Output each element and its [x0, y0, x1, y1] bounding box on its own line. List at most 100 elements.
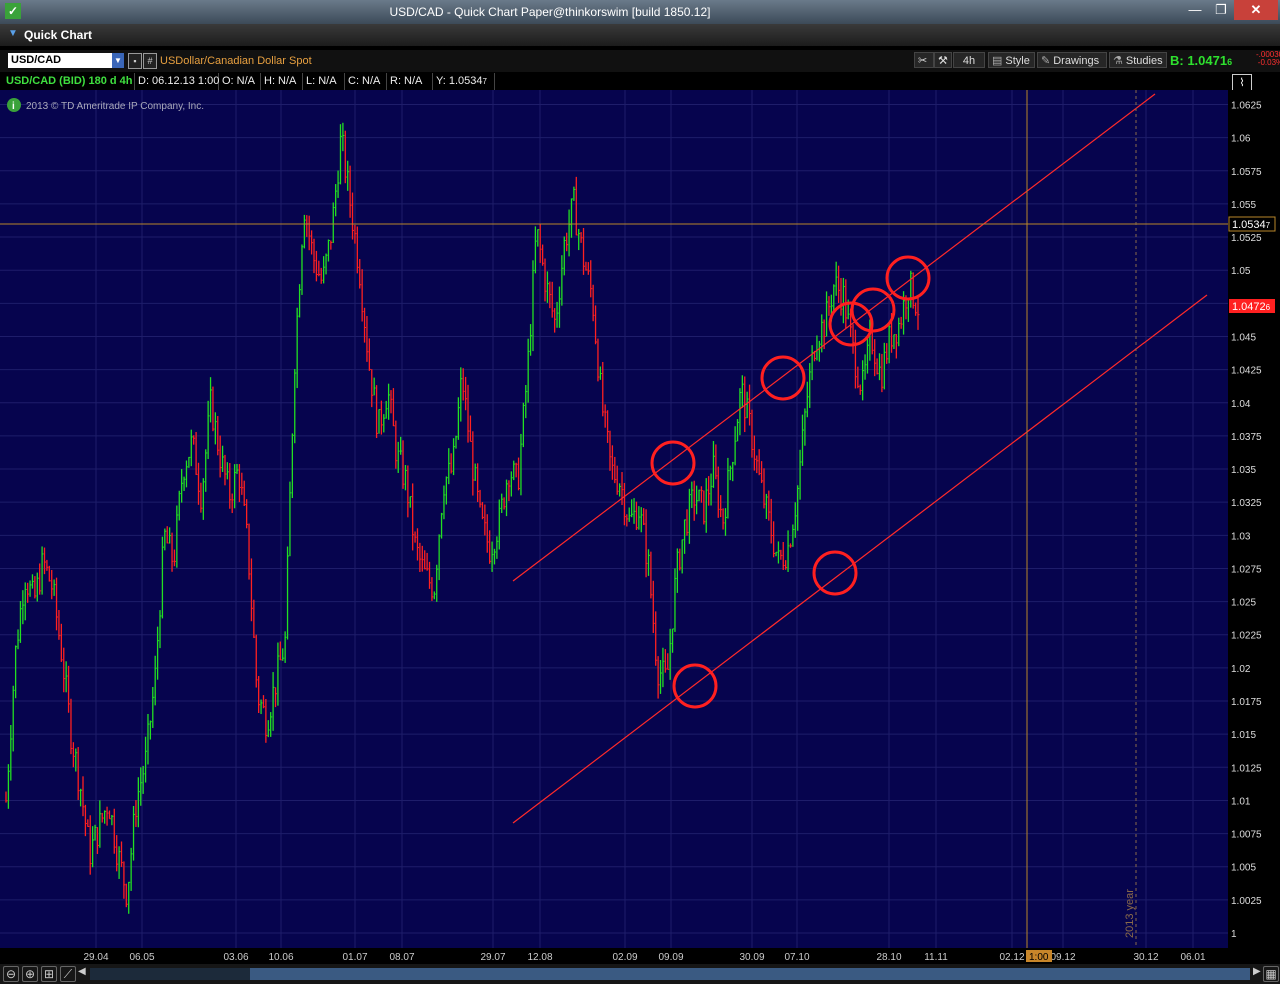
y-tick-label: 1.0375 [1231, 432, 1262, 443]
style-button[interactable]: ▤ Style [988, 52, 1035, 68]
x-tick-label: 06.05 [129, 952, 154, 962]
close-button[interactable]: ✕ [1234, 0, 1278, 20]
zoom-out-icon[interactable]: ⊖ [3, 966, 19, 982]
open-readout: O: N/A [219, 73, 261, 90]
y-tick-label: 1.055 [1231, 200, 1256, 211]
x-tick-label: 02.09 [612, 952, 637, 962]
y-tick-label: 1.0025 [1231, 896, 1262, 907]
y-tick-label: 1.045 [1231, 332, 1256, 343]
low-readout: L: N/A [303, 73, 345, 90]
x-tick-label: 02.12 [999, 952, 1024, 962]
y-tick-label: 1.0575 [1231, 167, 1262, 178]
maximize-button[interactable]: ❐ [1208, 0, 1234, 20]
y-tick-label: 1.06 [1231, 134, 1251, 145]
y-tick-label: 1.0075 [1231, 830, 1262, 841]
y-tick-label: 1.0625 [1231, 101, 1262, 112]
close-readout: C: N/A [345, 73, 387, 90]
studies-button[interactable]: ⚗ Studies [1109, 52, 1167, 68]
price-change-pct: -0.03% [1257, 58, 1280, 67]
high-readout: H: N/A [261, 73, 303, 90]
y-tick-label: 1.0525 [1231, 233, 1262, 244]
x-tick-label: 12.08 [527, 952, 552, 962]
y-tick-label: 1.015 [1231, 730, 1256, 741]
crosshair-tool-icon[interactable]: ✂ [914, 52, 934, 68]
zoom-fit-icon[interactable]: ⊞ [41, 966, 57, 982]
price-change: -.00030-0.03% [1256, 51, 1280, 67]
crosshair-price-text: 1.05347 [1232, 219, 1271, 231]
x-tick-label: 03.06 [223, 952, 248, 962]
chevron-down-icon[interactable]: ▼ [8, 28, 18, 39]
link-icon[interactable]: ▪ [128, 53, 142, 69]
scroll-left-icon[interactable]: ◀ [78, 966, 86, 977]
window-title: USD/CAD - Quick Chart Paper@thinkorswim … [389, 5, 711, 19]
y-tick-label: 1.0125 [1231, 763, 1262, 774]
x-tick-label: 10.06 [268, 952, 293, 962]
y-tick-label: 1.0325 [1231, 498, 1262, 509]
zoom-in-icon[interactable]: ⊕ [22, 966, 38, 982]
plot-background [0, 90, 1228, 948]
symbol-dropdown-icon[interactable]: ▼ [112, 53, 124, 68]
y-readout-sub: 7 [482, 77, 487, 86]
y-tick-label: 1.05 [1231, 266, 1251, 277]
panel-title: Quick Chart [24, 28, 93, 42]
minimize-button[interactable]: — [1182, 0, 1208, 20]
y-tick-label: 1 [1231, 929, 1237, 940]
expand-icon[interactable]: ▦ [1263, 966, 1279, 982]
price-chart[interactable]: 2013 year 1.0625 1.06 1.0575 1.055 1.0525 1.0… [0, 90, 1280, 962]
symbol-input[interactable]: USD/CAD [8, 53, 112, 68]
current-price-text: 1.04726 [1232, 301, 1271, 313]
y-tick-label: 1.0275 [1231, 564, 1262, 575]
chart-toolbar: USD/CAD ▼ ▪ # USDollar/Canadian Dollar S… [0, 50, 1280, 72]
x-tick-label: 30.09 [739, 952, 764, 962]
x-tick-label: 08.07 [389, 952, 414, 962]
bid-price-value: B: 1.0471 [1170, 53, 1228, 68]
y-tick-label: 1.0175 [1231, 697, 1262, 708]
style-icon: ▤ [992, 55, 1003, 67]
grid-icon[interactable]: # [143, 53, 157, 69]
y-tick-label: 1.01 [1231, 796, 1251, 807]
copyright-text: 2013 © TD Ameritrade IP Company, Inc. [26, 101, 204, 112]
y-tick-label: 1.04 [1231, 399, 1251, 410]
draw-line-icon[interactable]: ⟋ [60, 966, 76, 982]
x-tick-label: 01.07 [342, 952, 367, 962]
range-readout: R: N/A [387, 73, 433, 90]
studies-icon: ⚗ [1113, 55, 1123, 67]
y-tick-label: 1.0425 [1231, 366, 1262, 377]
x-tick-label: 29.04 [83, 952, 108, 962]
timeframe-button[interactable]: 4h [953, 52, 985, 68]
y-tick-label: 1.03 [1231, 531, 1251, 542]
scroll-thumb[interactable] [250, 968, 1250, 980]
y-readout-value: Y: 1.0534 [436, 75, 483, 87]
symbol-description: USDollar/Canadian Dollar Spot [160, 55, 312, 67]
y-tick-label: 1.02 [1231, 664, 1251, 675]
copyright-group: i 2013 © TD Ameritrade IP Company, Inc. [7, 98, 204, 112]
y-tick-label: 1.0225 [1231, 631, 1262, 642]
style-label: Style [1005, 55, 1030, 67]
y-tick-label: 1.035 [1231, 465, 1256, 476]
series-label: USD/CAD (BID) 180 d 4h [3, 73, 135, 90]
x-tick-label: 28.10 [876, 952, 901, 962]
x-tick-label: 11.11 [924, 952, 948, 962]
x-tick-label: 07.10 [784, 952, 809, 962]
crosshair-time-text: 1:00 [1029, 952, 1049, 962]
drawings-label: Drawings [1053, 55, 1100, 67]
y-tick-label: 1.005 [1231, 863, 1256, 874]
year-label: 2013 year [1124, 889, 1136, 938]
x-tick-label: 29.07 [480, 952, 505, 962]
pencil-icon: ✎ [1041, 55, 1051, 67]
time-scrollbar[interactable] [90, 968, 1250, 980]
y-readout: Y: 1.05347 [433, 73, 495, 90]
drawings-button[interactable]: ✎ Drawings [1037, 52, 1107, 68]
date-readout: D: 06.12.13 1:00 [135, 73, 219, 90]
studies-label: Studies [1125, 55, 1163, 67]
bid-price: B: 1.04716 [1170, 53, 1232, 68]
bottom-bar: ⊖ ⊕ ⊞ ⟋ ◀ ▶ ▦ [0, 964, 1280, 984]
panel-header: ▼ Quick Chart ✎ ➚ [0, 24, 1280, 64]
wrench-icon[interactable]: ⚒ [934, 52, 952, 68]
title-bar: ✓ USD/CAD - Quick Chart Paper@thinkorswi… [0, 0, 1280, 24]
info-glyph: i [12, 101, 15, 112]
x-tick-label: 06.01 [1180, 952, 1205, 962]
scroll-right-icon[interactable]: ▶ [1253, 966, 1261, 977]
bid-price-sub: 6 [1227, 57, 1233, 67]
y-tick-label: 1.025 [1231, 598, 1256, 609]
